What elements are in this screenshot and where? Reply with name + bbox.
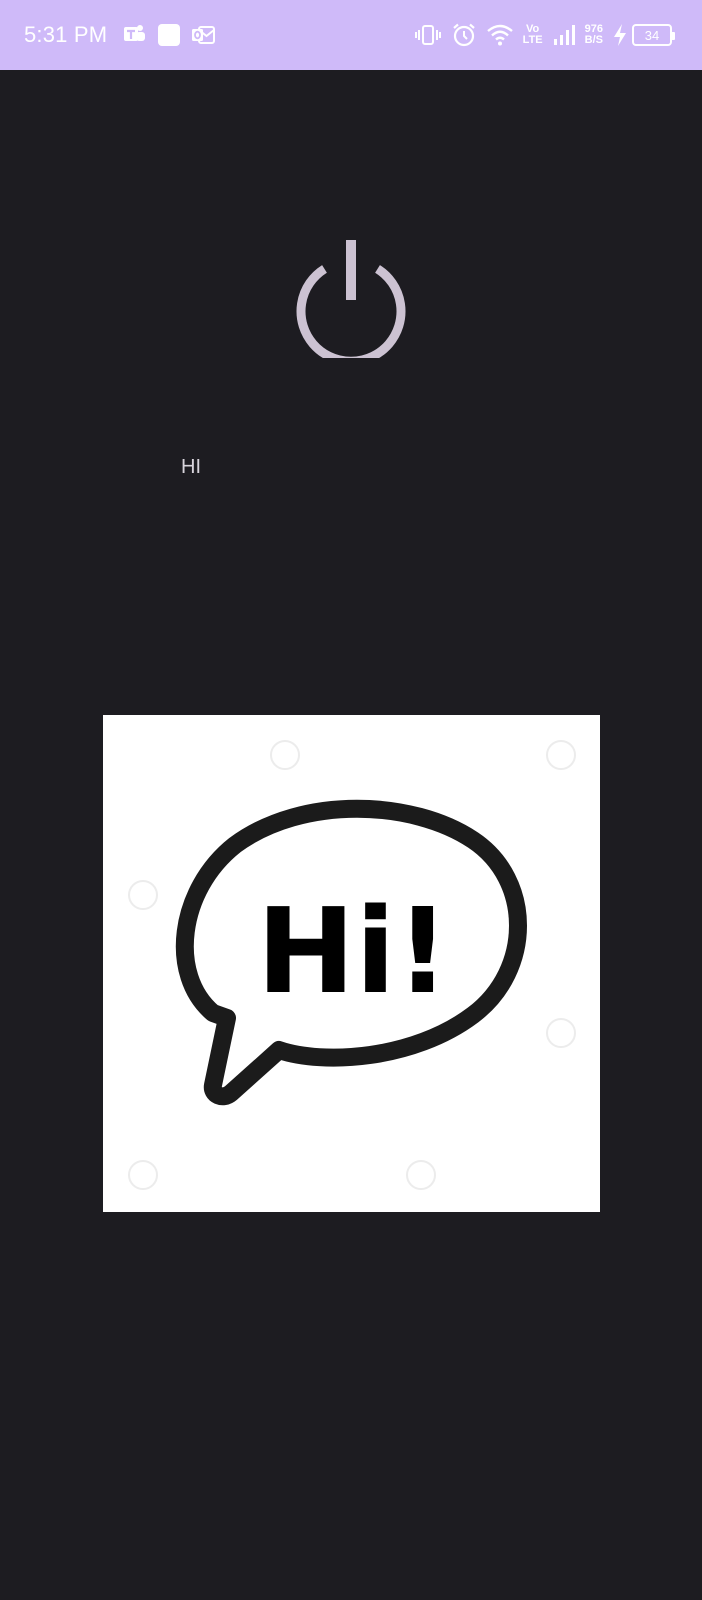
alarm-icon <box>451 22 477 48</box>
charging-icon <box>612 23 628 47</box>
vibrate-icon <box>414 23 442 47</box>
outlook-icon <box>191 24 216 46</box>
power-icon <box>296 240 406 366</box>
hi-image: Hi! <box>103 715 600 1212</box>
speech-bubble-text: Hi! <box>256 882 449 1020</box>
status-bar-left: 5:31 PM <box>24 22 225 48</box>
notification-square-icon <box>157 23 181 47</box>
volte-lte-label: LTE <box>522 34 543 46</box>
battery-icon: 34 <box>632 24 675 46</box>
volte-icon: Vo LTE <box>523 24 543 46</box>
data-rate-unit: B/S <box>584 34 603 46</box>
speech-bubble-icon: Hi! <box>128 740 576 1190</box>
battery-level: 34 <box>644 27 660 43</box>
status-bar: 5:31 PM Vo LTE 976 B/S 34 <box>0 0 702 70</box>
wifi-icon <box>486 23 514 47</box>
hi-label: HI <box>181 456 201 478</box>
signal-icon <box>552 23 576 47</box>
teams-icon <box>123 24 147 46</box>
status-time: 5:31 PM <box>24 22 108 47</box>
power-button[interactable] <box>293 236 409 366</box>
data-rate: 976 B/S <box>585 24 603 46</box>
status-bar-right: Vo LTE 976 B/S 34 <box>405 22 675 48</box>
